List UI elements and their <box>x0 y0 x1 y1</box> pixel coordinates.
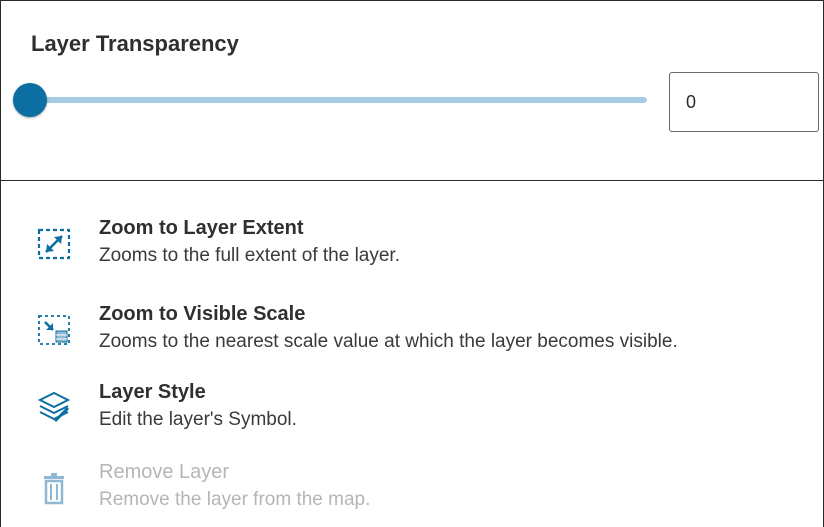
action-title: Zoom to Visible Scale <box>99 303 306 325</box>
zoom-to-visible-scale-action[interactable]: Zoom to Visible Scale Zooms to the neare… <box>1 297 823 357</box>
action-title: Layer Style <box>99 381 206 403</box>
transparency-title: Layer Transparency <box>31 31 239 56</box>
zoom-visible-scale-icon <box>37 313 71 347</box>
zoom-to-layer-extent-action[interactable]: Zoom to Layer Extent Zooms to the full e… <box>1 211 823 271</box>
transparency-section: Layer Transparency <box>1 1 823 181</box>
action-description: Remove the layer from the map. <box>99 489 371 510</box>
trash-icon <box>37 471 71 505</box>
slider-track[interactable] <box>31 97 647 103</box>
layer-style-action[interactable]: Layer Style Edit the layer's Symbol. <box>1 375 823 435</box>
action-title: Zoom to Layer Extent <box>99 217 304 239</box>
transparency-value-input[interactable] <box>669 72 819 132</box>
action-description: Zooms to the full extent of the layer. <box>99 245 400 266</box>
transparency-slider[interactable] <box>13 83 647 119</box>
action-title: Remove Layer <box>99 461 230 483</box>
zoom-extent-icon <box>37 227 71 261</box>
slider-thumb[interactable] <box>13 83 47 117</box>
layer-options-panel: Layer Transparency Zoom to Layer Extent … <box>0 0 824 527</box>
action-description: Zooms to the nearest scale value at whic… <box>99 331 678 352</box>
layer-style-icon <box>37 391 71 425</box>
remove-layer-action: Remove Layer Remove the layer from the m… <box>1 455 823 515</box>
action-description: Edit the layer's Symbol. <box>99 409 297 430</box>
